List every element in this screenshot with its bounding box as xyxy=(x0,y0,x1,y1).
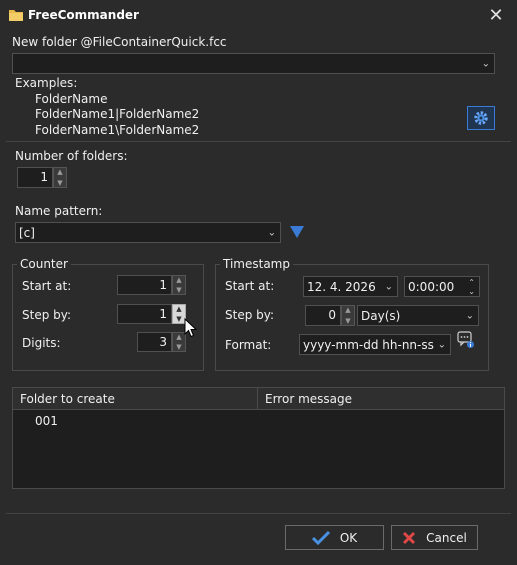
timestamp-format-value: yyyy-mm-dd hh-nn-ss xyxy=(303,337,434,352)
example-item: FolderName1|FolderName2 xyxy=(35,107,200,121)
cancel-x-icon xyxy=(403,531,416,544)
timestamp-start-label: Start at: xyxy=(225,279,275,293)
timestamp-time-value: 0:00:00 xyxy=(408,279,455,294)
counter-start-input[interactable]: 1 xyxy=(117,275,172,295)
name-pattern-combobox[interactable]: [c] ⌄ xyxy=(15,222,281,243)
counter-start-stepper[interactable]: ▲ ▼ xyxy=(172,275,186,295)
chevron-down-icon[interactable]: ⌄ xyxy=(438,339,446,350)
number-of-folders-stepper[interactable]: ▲ ▼ xyxy=(53,167,67,188)
separator xyxy=(6,513,511,514)
new-folder-combobox[interactable]: ⌄ xyxy=(12,53,495,74)
counter-digits-input[interactable]: 3 xyxy=(137,332,172,352)
timestamp-title: Timestamp xyxy=(220,257,293,271)
column-divider xyxy=(257,388,258,410)
name-pattern-value: [c] xyxy=(19,225,35,240)
timestamp-step-input[interactable]: 0 xyxy=(305,305,341,326)
table-row[interactable]: 001 xyxy=(35,414,58,428)
number-of-folders-input[interactable]: 1 xyxy=(17,167,53,188)
timestamp-date-picker[interactable]: 12. 4. 2026 ⌄ xyxy=(303,276,398,297)
timestamp-format-select[interactable]: yyyy-mm-dd hh-nn-ss ⌄ xyxy=(299,334,451,355)
cancel-button[interactable]: Cancel xyxy=(391,525,478,550)
cancel-label: Cancel xyxy=(426,530,467,545)
app-folder-icon xyxy=(9,10,23,21)
example-item: FolderName xyxy=(35,92,108,106)
number-of-folders-label: Number of folders: xyxy=(15,149,128,163)
window-title: FreeCommander xyxy=(28,8,139,22)
counter-step-input[interactable]: 1 xyxy=(117,304,172,324)
close-icon[interactable]: ✕ xyxy=(484,3,508,27)
timestamp-format-label: Format: xyxy=(225,338,272,352)
column-header-error[interactable]: Error message xyxy=(265,392,352,406)
examples-label: Examples: xyxy=(15,76,78,90)
timestamp-step-unit-select[interactable]: Day(s) ⌄ xyxy=(357,305,479,326)
chevron-down-icon[interactable]: ⌄ xyxy=(482,58,490,69)
chevron-down-icon[interactable]: ⌄ xyxy=(268,227,276,238)
checkmark-icon xyxy=(311,530,330,545)
gear-icon xyxy=(474,111,488,125)
counter-digits-label: Digits: xyxy=(22,336,61,350)
timestamp-date-value: 12. 4. 2026 xyxy=(307,279,376,294)
timestamp-time-input[interactable]: 0:00:00 ⌃ ⌄ xyxy=(404,276,480,297)
ok-button[interactable]: OK xyxy=(285,525,384,550)
separator xyxy=(6,141,511,142)
time-stepper[interactable]: ⌃ ⌄ xyxy=(468,278,475,296)
triangle-down-icon[interactable] xyxy=(290,226,304,238)
chevron-down-icon[interactable]: ⌄ xyxy=(466,310,474,321)
mouse-cursor-icon xyxy=(184,318,197,338)
ok-label: OK xyxy=(339,530,358,545)
chevron-down-icon[interactable]: ⌄ xyxy=(385,281,393,292)
timestamp-step-label: Step by: xyxy=(225,308,275,322)
timestamp-step-unit-value: Day(s) xyxy=(361,308,401,323)
format-info-icon[interactable] xyxy=(457,331,475,349)
name-pattern-label: Name pattern: xyxy=(15,204,103,218)
new-folder-label: New folder @FileContainerQuick.fcc xyxy=(12,35,227,49)
settings-button[interactable] xyxy=(467,106,495,130)
counter-title: Counter xyxy=(17,257,71,271)
example-item: FolderName1\FolderName2 xyxy=(35,123,200,137)
column-header-folder[interactable]: Folder to create xyxy=(20,392,115,406)
timestamp-step-stepper[interactable]: ▲ ▼ xyxy=(341,305,355,326)
counter-start-label: Start at: xyxy=(22,279,72,293)
counter-step-label: Step by: xyxy=(22,308,72,322)
